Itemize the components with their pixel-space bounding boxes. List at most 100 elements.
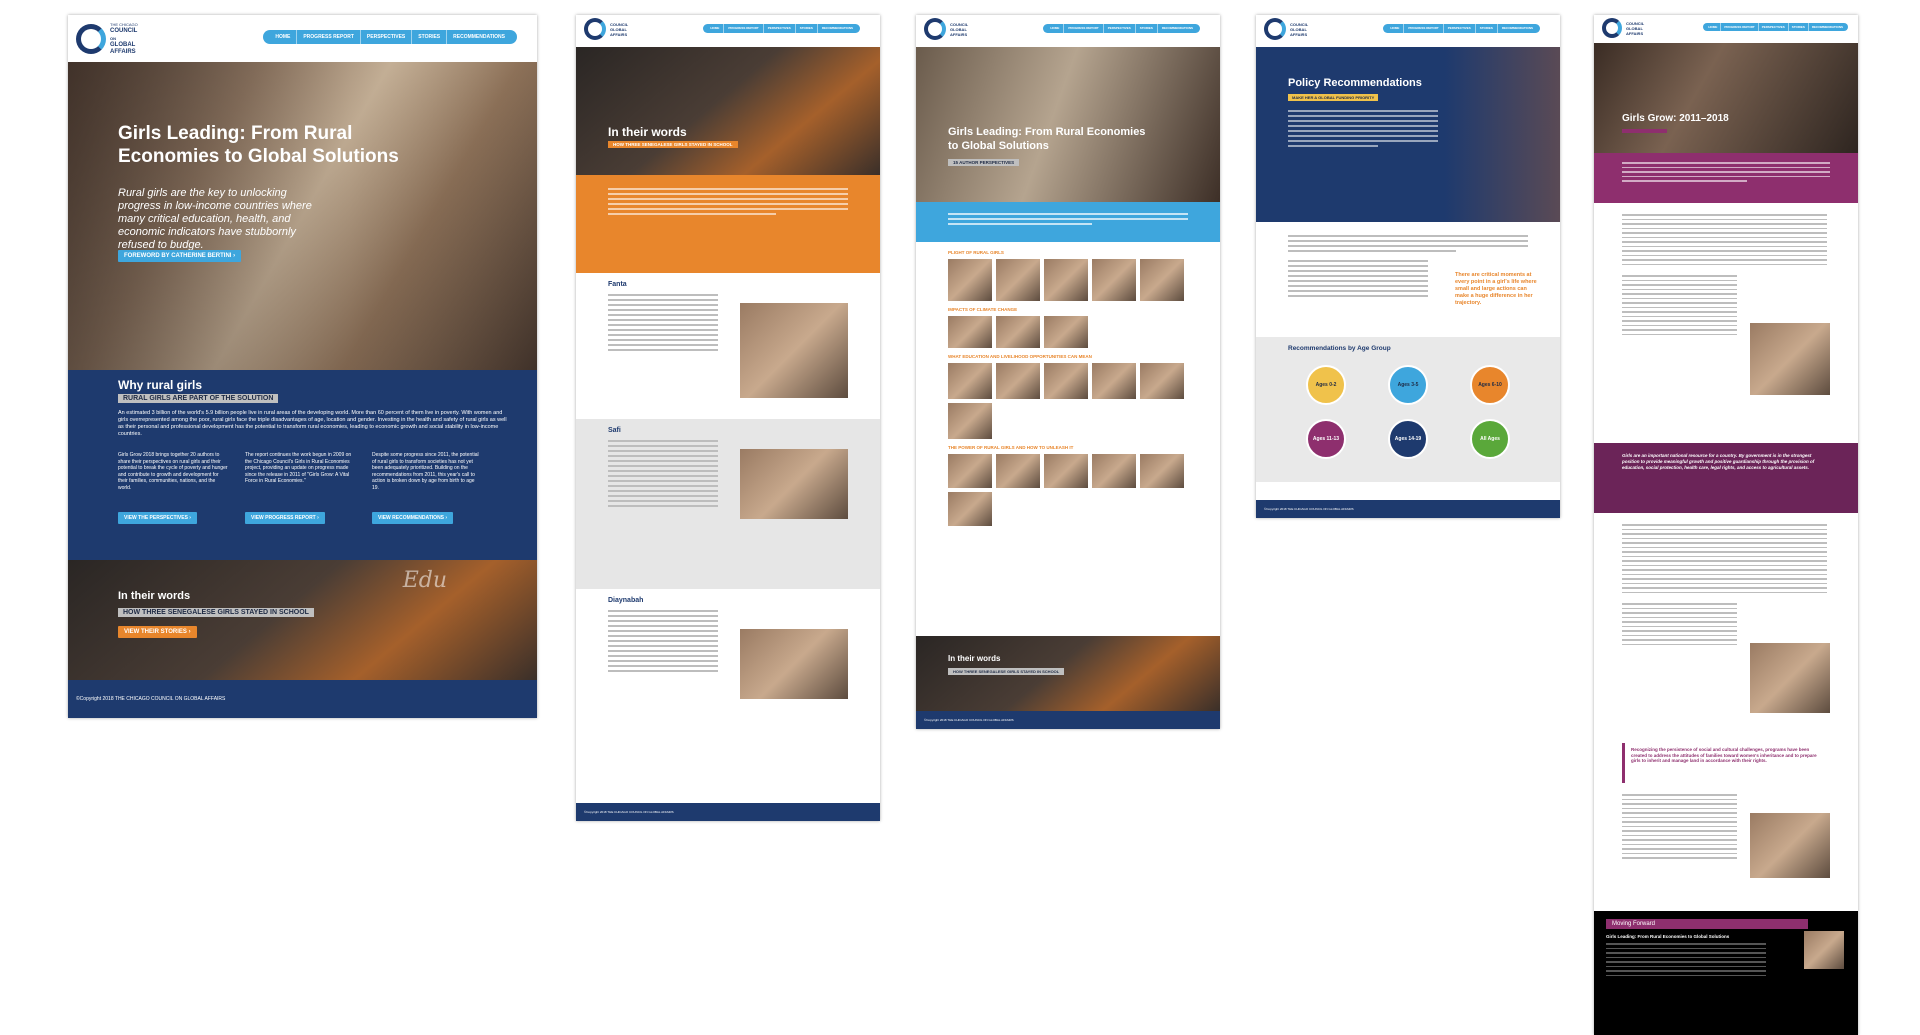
logo-text: GLOBAL — [610, 26, 627, 32]
site-footer: ©Copyright 2018 THE CHICAGO COUNCIL ON G… — [576, 803, 880, 821]
nav-recommendations[interactable]: RECOMMENDATIONS — [1809, 23, 1846, 31]
author-card[interactable] — [996, 259, 1040, 301]
nav-recommendations[interactable]: RECOMMENDATIONS — [447, 30, 511, 44]
author-card[interactable] — [948, 259, 992, 301]
author-card[interactable] — [948, 454, 992, 488]
nav-recommendations[interactable]: RECOMMENDATIONS — [818, 24, 857, 33]
story-name: Diaynabah — [608, 597, 644, 604]
logo-text: AFFAIRS — [610, 31, 628, 37]
logo-text: COUNCIL — [1290, 21, 1309, 27]
stories-heading: In their words — [608, 125, 687, 139]
logo-mark-icon — [76, 23, 106, 54]
nav-stories[interactable]: STORIES — [796, 24, 818, 33]
words-heading: In their words — [118, 590, 191, 602]
stories-page-mockup: COUNCIL GLOBAL AFFAIRS HOME PROGRESS REP… — [576, 15, 880, 821]
body-text-lines — [1606, 943, 1766, 976]
nav-stories[interactable]: STORIES — [1476, 24, 1498, 33]
nav-progress-report[interactable]: PROGRESS REPORT — [1404, 24, 1444, 33]
author-cards — [948, 316, 1188, 348]
author-card[interactable] — [948, 316, 992, 348]
nav-stories[interactable]: STORIES — [1136, 24, 1158, 33]
nav-progress-report[interactable]: PROGRESS REPORT — [1064, 24, 1104, 33]
why-tag: RURAL GIRLS ARE PART OF THE SOLUTION — [118, 394, 279, 403]
progress-body-2 — [1594, 513, 1858, 743]
author-card[interactable] — [1044, 454, 1088, 488]
nav-home[interactable]: HOME — [269, 30, 298, 44]
nav-home[interactable]: HOME — [1386, 24, 1405, 33]
nav-perspectives[interactable]: PERSPECTIVES — [764, 24, 796, 33]
nav-home[interactable]: HOME — [706, 24, 725, 33]
site-header: COUNCIL GLOBAL AFFAIRS HOME PROGRESS REP… — [916, 15, 1220, 47]
view-perspectives-button[interactable]: VIEW THE PERSPECTIVES › — [118, 512, 197, 524]
intro-text-lines — [608, 188, 848, 215]
recommendations-tag: MAKE HER A GLOBAL FUNDING PRIORITY — [1288, 94, 1379, 101]
council-logo[interactable]: COUNCIL GLOBAL AFFAIRS — [1264, 18, 1308, 40]
nav-perspectives[interactable]: PERSPECTIVES — [1104, 24, 1136, 33]
recommendations-page-mockup: COUNCIL GLOBAL AFFAIRS HOME PROGRESS REP… — [1256, 15, 1560, 518]
logo-text: THE CHICAGO — [110, 22, 138, 27]
progress-photo — [1750, 813, 1830, 878]
view-stories-button[interactable]: VIEW THEIR STORIES › — [118, 626, 197, 638]
nav-perspectives[interactable]: PERSPECTIVES — [1444, 24, 1476, 33]
council-logo[interactable]: COUNCIL GLOBAL AFFAIRS — [584, 18, 628, 40]
author-card[interactable] — [948, 492, 992, 526]
view-progress-report-button[interactable]: VIEW PROGRESS REPORT › — [245, 512, 325, 524]
author-card[interactable] — [1044, 259, 1088, 301]
story-text-lines — [608, 294, 718, 351]
site-header: COUNCIL GLOBAL AFFAIRS HOME PROGRESS REP… — [1594, 15, 1858, 43]
age-6-10-button[interactable]: Ages 6-10 — [1470, 365, 1510, 405]
author-card[interactable] — [948, 403, 992, 439]
author-card[interactable] — [1044, 363, 1088, 399]
nav-perspectives[interactable]: PERSPECTIVES — [361, 30, 413, 44]
nav-recommendations[interactable]: RECOMMENDATIONS — [1158, 24, 1197, 33]
in-their-words-section: In their words HOW THREE SENEGALESE GIRL… — [916, 636, 1220, 711]
age-11-13-button[interactable]: Ages 11-13 — [1306, 419, 1346, 459]
stories-intro-band — [576, 175, 880, 273]
progress-body — [1594, 203, 1858, 443]
author-card[interactable] — [996, 454, 1040, 488]
view-recommendations-button[interactable]: VIEW RECOMMENDATIONS › — [372, 512, 454, 524]
nav-home[interactable]: HOME — [1705, 23, 1722, 31]
council-logo[interactable]: THE CHICAGO COUNCIL ON GLOBAL AFFAIRS — [76, 21, 138, 56]
author-card[interactable] — [996, 316, 1040, 348]
author-card[interactable] — [1140, 259, 1184, 301]
age-0-2-button[interactable]: Ages 0-2 — [1306, 365, 1346, 405]
site-footer: ©Copyright 2018 THE CHICAGO COUNCIL ON G… — [68, 680, 537, 718]
author-card[interactable] — [948, 363, 992, 399]
progress-photo — [1750, 323, 1830, 395]
logo-mark-icon — [924, 18, 946, 40]
nav-stories[interactable]: STORIES — [412, 30, 448, 44]
author-card[interactable] — [1140, 454, 1184, 488]
story-safi: Safi — [576, 419, 880, 589]
author-card[interactable] — [1044, 316, 1088, 348]
logo-text: GLOBAL — [1290, 26, 1307, 32]
nav-perspectives[interactable]: PERSPECTIVES — [1759, 23, 1789, 31]
nav-home[interactable]: HOME — [1046, 24, 1065, 33]
recommendations-title: Policy Recommendations — [1288, 77, 1422, 89]
nav-stories[interactable]: STORIES — [1789, 23, 1809, 31]
words-heading: In their words — [948, 654, 1001, 663]
council-logo[interactable]: COUNCIL GLOBAL AFFAIRS — [924, 18, 968, 40]
story-photo — [740, 629, 848, 699]
nav-progress-report[interactable]: PROGRESS REPORT — [1721, 23, 1759, 31]
council-logo[interactable]: COUNCIL GLOBAL AFFAIRS — [1602, 18, 1644, 38]
author-card[interactable] — [996, 363, 1040, 399]
body-text-lines — [1622, 275, 1737, 335]
logo-text: GLOBAL — [1626, 25, 1643, 31]
all-ages-button[interactable]: All Ages — [1470, 419, 1510, 459]
nav-recommendations[interactable]: RECOMMENDATIONS — [1498, 24, 1537, 33]
foreword-button[interactable]: FOREWORD BY CATHERINE BERTINI › — [118, 250, 242, 262]
age-3-5-button[interactable]: Ages 3-5 — [1388, 365, 1428, 405]
author-card[interactable] — [1140, 363, 1184, 399]
nav-progress-report[interactable]: PROGRESS REPORT — [297, 30, 361, 44]
progress-quote-2: Recognizing the persistence of social an… — [1622, 743, 1830, 783]
perspectives-title: Girls Leading: From Rural Economies to G… — [948, 126, 1146, 152]
body-text-lines — [1288, 235, 1528, 252]
author-card[interactable] — [1092, 454, 1136, 488]
moving-forward-section: Moving Forward Girls Leading: From Rural… — [1594, 911, 1858, 1035]
nav-progress-report[interactable]: PROGRESS REPORT — [724, 24, 764, 33]
author-card[interactable] — [1092, 259, 1136, 301]
author-card[interactable] — [1092, 363, 1136, 399]
age-14-19-button[interactable]: Ages 14-19 — [1388, 419, 1428, 459]
main-nav: HOME PROGRESS REPORT PERSPECTIVES STORIE… — [1043, 24, 1200, 33]
